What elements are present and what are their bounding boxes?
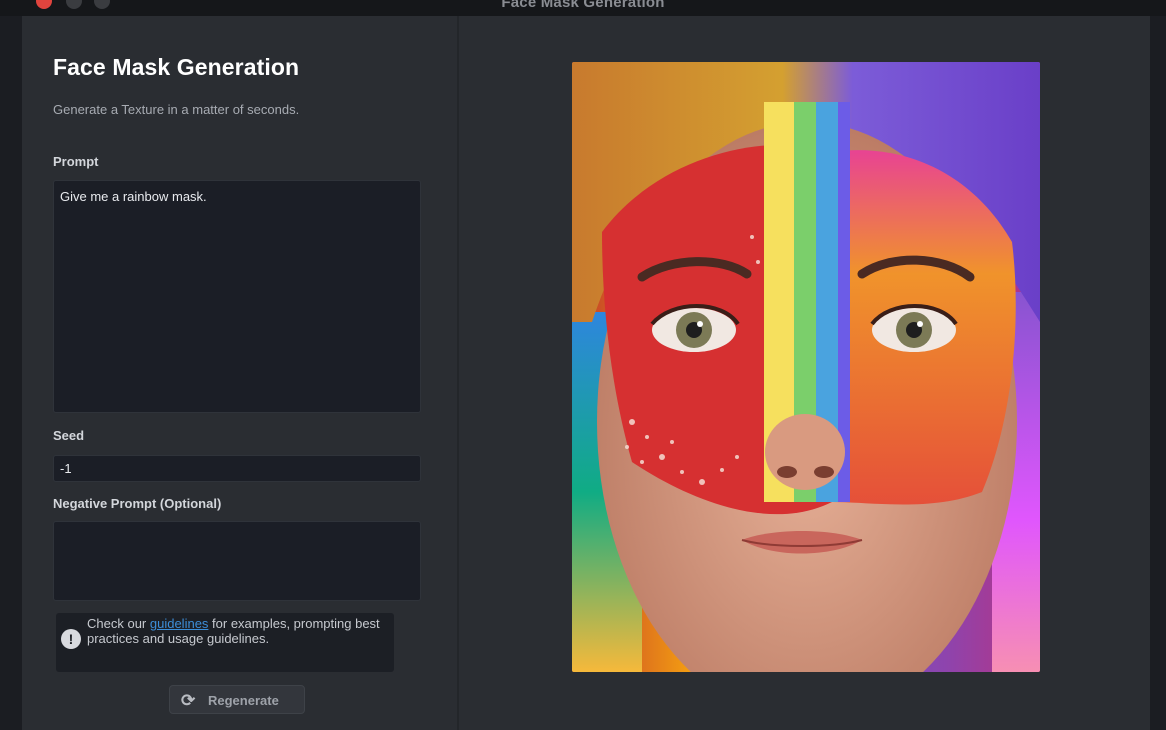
guidelines-link[interactable]: guidelines	[150, 616, 209, 631]
face-mask-illustration	[572, 62, 1040, 672]
page-title: Face Mask Generation	[53, 54, 300, 80]
regenerate-button[interactable]: ⟳ Regenerate	[169, 685, 305, 714]
left-panel: Face Mask Generation Generate a Texture …	[22, 16, 457, 730]
seed-label: Seed	[53, 428, 85, 443]
prompt-label: Prompt	[53, 154, 99, 169]
panel-divider	[457, 16, 459, 730]
seed-input[interactable]: -1	[53, 455, 421, 482]
generated-image	[572, 62, 1040, 672]
regenerate-label: Regenerate	[208, 693, 279, 708]
window-title: Face Mask Generation	[501, 0, 665, 11]
page-subtitle: Generate a Texture in a matter of second…	[53, 102, 300, 117]
prompt-input[interactable]: Give me a rainbow mask.	[53, 180, 421, 413]
info-text-before: Check our	[87, 616, 150, 631]
negative-prompt-label: Negative Prompt (Optional)	[53, 496, 222, 511]
info-icon: !	[61, 629, 81, 649]
guidelines-info-text: Check our guidelines for examples, promp…	[87, 616, 387, 646]
refresh-icon: ⟳	[181, 691, 196, 710]
app-window: Face Mask Generation Generate a Texture …	[22, 16, 1150, 730]
negative-prompt-input[interactable]	[53, 521, 421, 601]
guidelines-info-box: ! Check our guidelines for examples, pro…	[56, 613, 394, 672]
title-bar: Face Mask Generation	[0, 0, 1166, 16]
